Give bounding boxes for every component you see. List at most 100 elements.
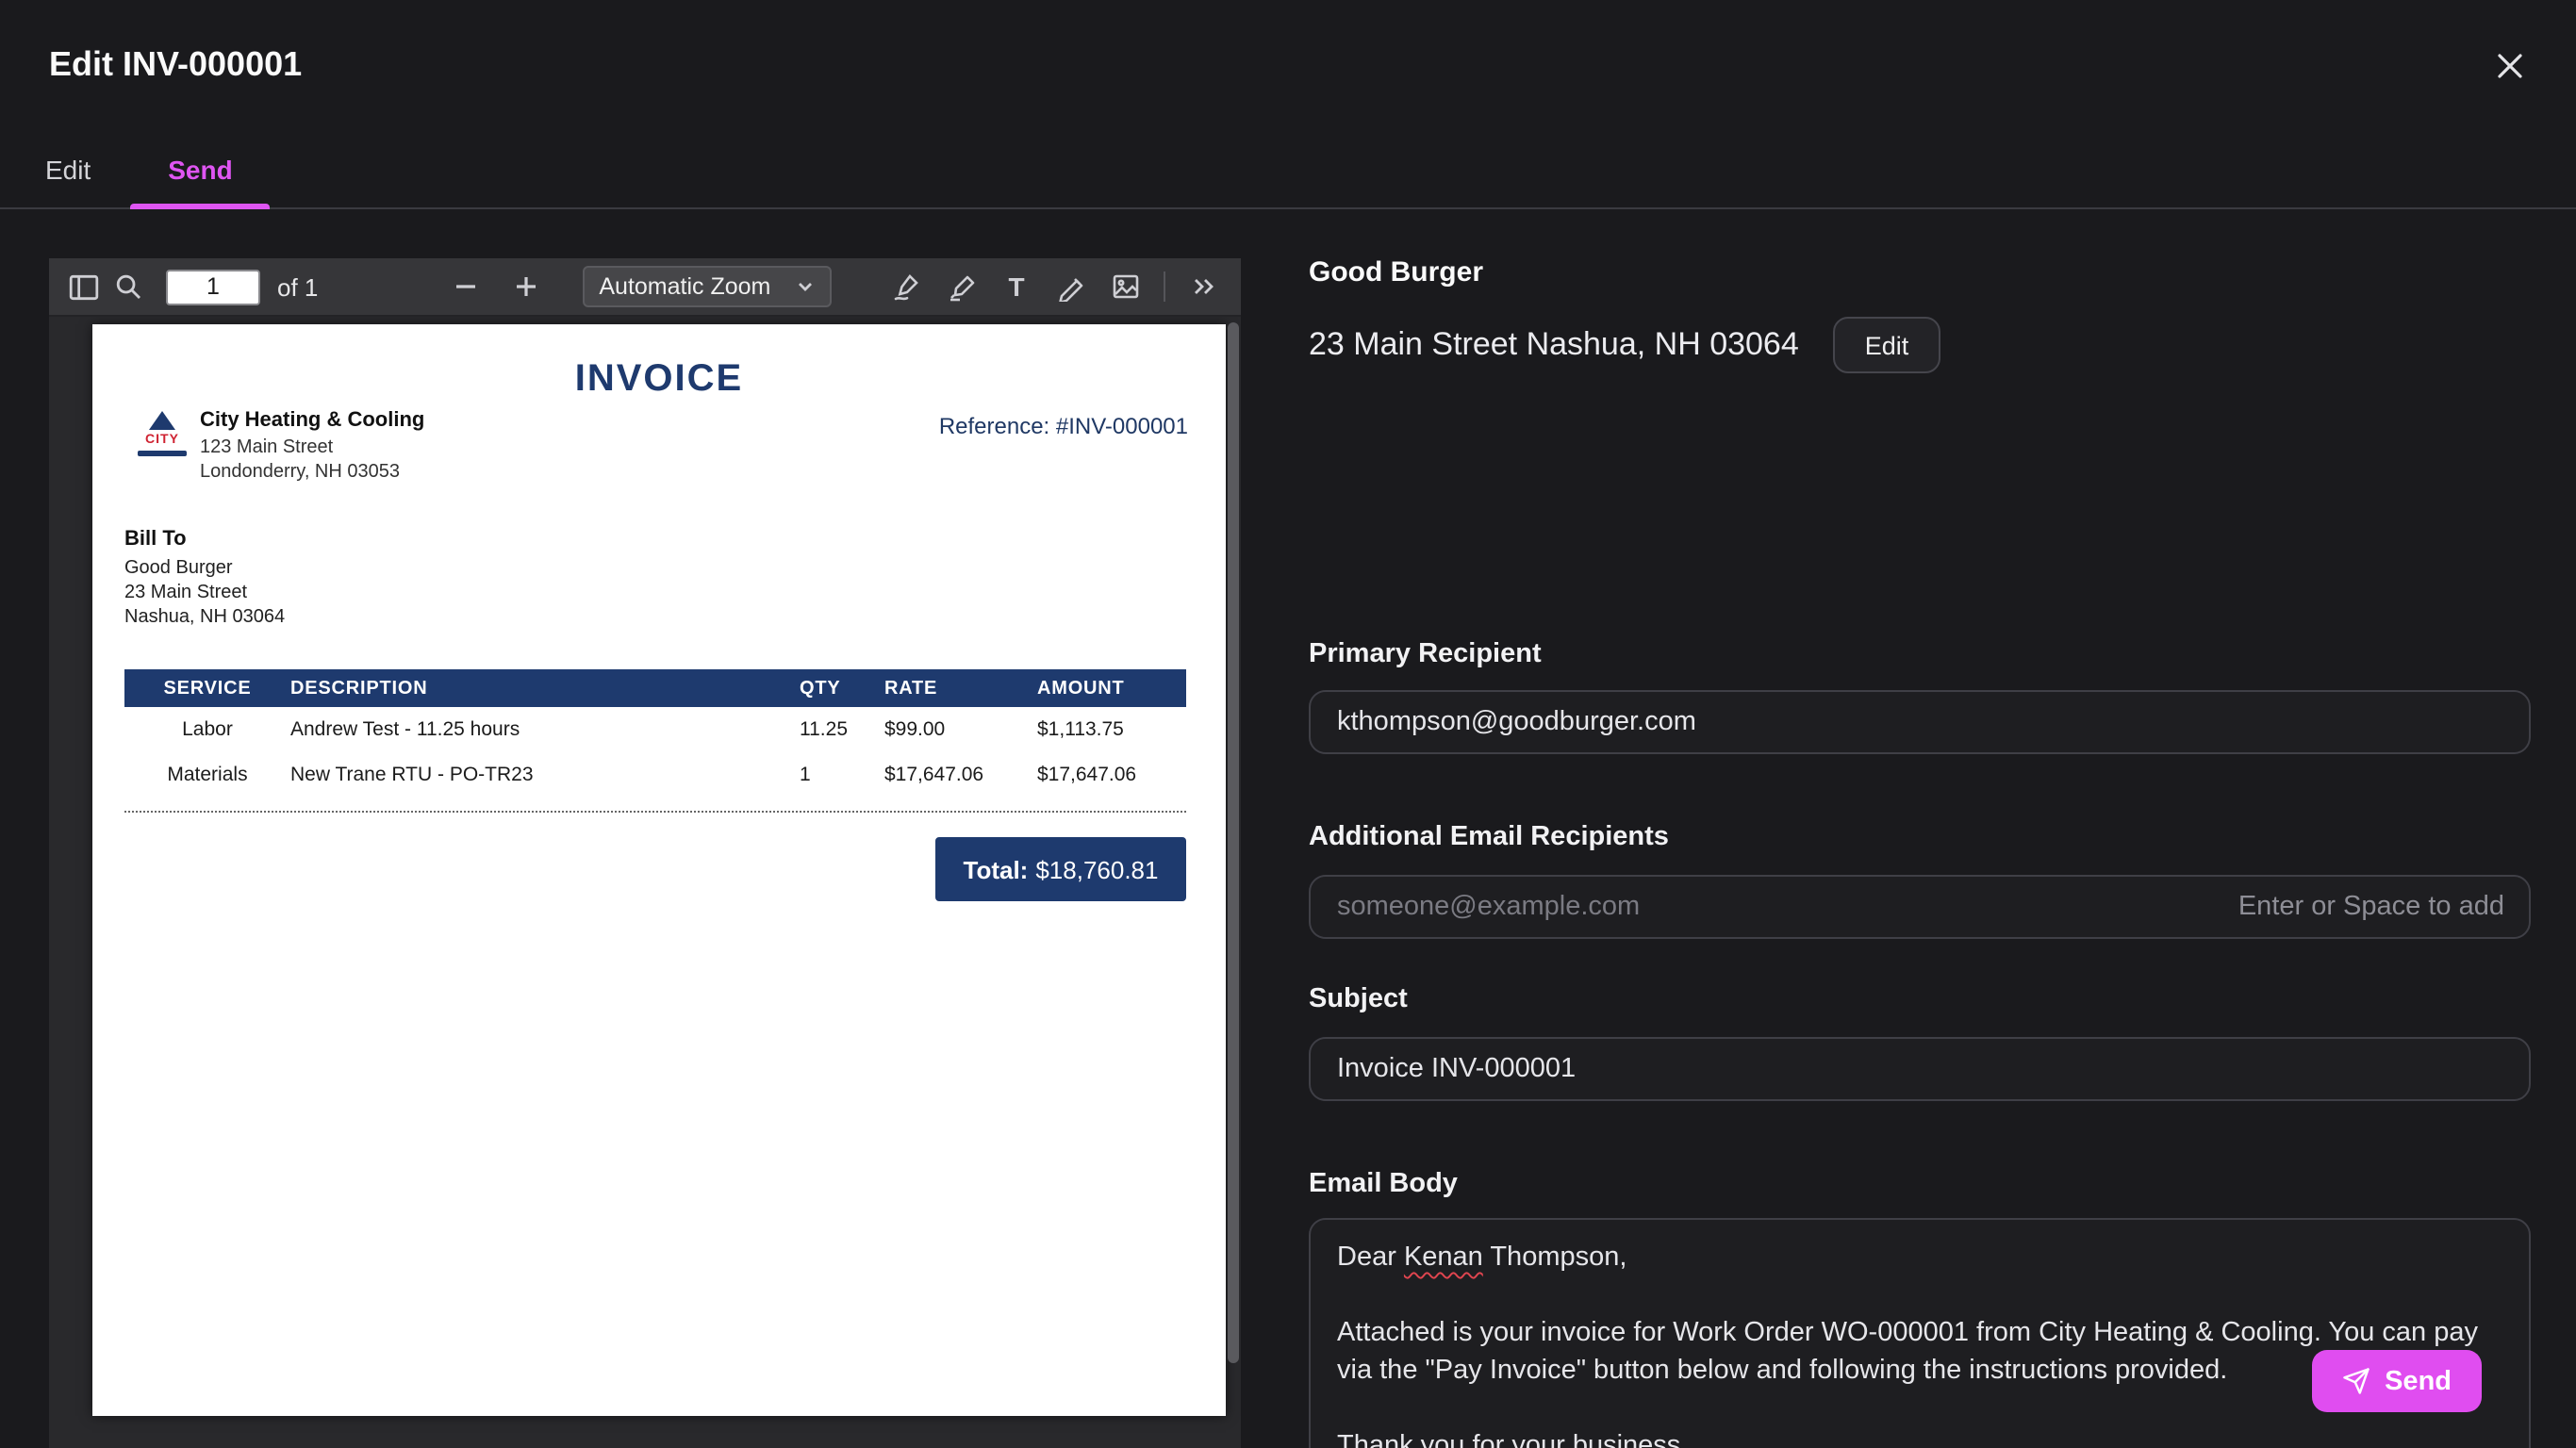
bill-to-name: Good Burger xyxy=(124,558,233,579)
cell-description: Andrew Test - 11.25 hours xyxy=(290,718,520,741)
cell-amount: $1,113.75 xyxy=(1037,718,1124,741)
modal-header: Edit INV-000001 xyxy=(0,0,2576,132)
invoice-bill-to-block: Bill To Good Burger 23 Main Street Nashu… xyxy=(124,528,285,630)
chevron-down-icon xyxy=(798,283,812,291)
search-button[interactable] xyxy=(106,264,151,309)
edit-invoice-modal: Edit INV-000001 Edit Send of 1 xyxy=(0,0,2576,1448)
pencil-icon xyxy=(1059,278,1083,302)
cell-description: New Trane RTU - PO-TR23 xyxy=(290,764,534,786)
dotted-divider xyxy=(124,811,1186,813)
cell-rate: $99.00 xyxy=(884,718,946,741)
tab-bar: Edit Send xyxy=(0,132,2576,209)
cell-service: Materials xyxy=(167,764,248,786)
image-tool-button[interactable] xyxy=(1103,264,1148,309)
recipient-address-row: 23 Main Street Nashua, NH 03064 Edit xyxy=(1309,317,1941,373)
logo-flame-shape xyxy=(149,411,175,430)
signature-tool-button[interactable] xyxy=(884,264,930,309)
col-description: DESCRIPTION xyxy=(290,669,800,707)
recipient-address: 23 Main Street Nashua, NH 03064 xyxy=(1309,326,1799,362)
page-count-label: of 1 xyxy=(277,272,319,301)
invoice-document-page: INVOICE CITY City Heating & Cooling 123 … xyxy=(92,324,1226,1416)
zoom-level-select[interactable]: Automatic Zoom xyxy=(582,266,832,307)
cell-service: Labor xyxy=(182,718,233,741)
bill-to-address2: Nashua, NH 03064 xyxy=(124,607,286,628)
send-button[interactable]: Send xyxy=(2311,1350,2482,1412)
toolbar-divider xyxy=(1164,272,1165,302)
highlighter-tool-button[interactable] xyxy=(939,264,984,309)
cell-qty: 1 xyxy=(800,764,811,786)
send-button-label: Send xyxy=(2385,1366,2452,1396)
logo-bar xyxy=(138,451,187,456)
misspelled-word: Kenan xyxy=(1403,1242,1483,1273)
annotation-toolbar: T xyxy=(884,264,1230,309)
additional-recipients-label: Additional Email Recipients xyxy=(1309,822,1669,852)
table-row: Materials New Trane RTU - PO-TR23 1 $17,… xyxy=(124,752,1186,798)
zoom-in-icon xyxy=(516,277,536,296)
free-text-tool-button[interactable]: T xyxy=(994,264,1039,309)
zoom-out-icon xyxy=(455,285,475,288)
invoice-title: INVOICE xyxy=(574,358,744,400)
tab-edit-label: Edit xyxy=(45,155,91,185)
invoice-company-block: City Heating & Cooling 123 Main Street L… xyxy=(200,409,424,485)
total-label: Total: xyxy=(963,855,1029,883)
table-header-row: SERVICE DESCRIPTION QTY RATE AMOUNT xyxy=(124,669,1186,707)
primary-recipient-label: Primary Recipient xyxy=(1309,639,1542,669)
close-button[interactable] xyxy=(2489,45,2531,87)
company-logo: CITY xyxy=(138,411,187,471)
col-service: SERVICE xyxy=(124,669,290,707)
col-rate: RATE xyxy=(884,669,1037,707)
page-number-input[interactable] xyxy=(166,269,260,304)
close-icon xyxy=(2498,54,2522,78)
highlighter-icon xyxy=(950,275,975,302)
primary-recipient-input[interactable] xyxy=(1309,690,2531,754)
additional-recipients-input[interactable] xyxy=(1309,875,2531,939)
free-text-icon: T xyxy=(1008,272,1025,302)
pdf-scrollbar[interactable] xyxy=(1228,322,1239,1442)
page-title: Edit INV-000001 xyxy=(49,45,303,83)
draw-tool-button[interactable] xyxy=(1049,264,1094,309)
recipient-business-name: Good Burger xyxy=(1309,256,1483,288)
tab-send[interactable]: Send xyxy=(130,132,272,209)
edit-address-button[interactable]: Edit xyxy=(1832,317,1941,373)
cell-amount: $17,647.06 xyxy=(1037,764,1137,786)
invoice-company-name: City Heating & Cooling xyxy=(200,409,425,432)
email-greeting: Dear Kenan Thompson, xyxy=(1337,1242,1627,1273)
zoom-level-value: Automatic Zoom xyxy=(599,273,771,300)
invoice-company-address1: 123 Main Street xyxy=(200,436,334,457)
additional-recipients-field: Enter or Space to add xyxy=(1309,875,2531,939)
double-chevron-icon xyxy=(1195,279,1214,294)
col-amount: AMOUNT xyxy=(1037,669,1186,707)
email-closing-line1: Thank you for your business, xyxy=(1337,1431,1689,1448)
pdf-canvas-area: INVOICE CITY City Heating & Cooling 123 … xyxy=(49,317,1241,1448)
more-tools-button[interactable] xyxy=(1181,264,1226,309)
email-body-textarea[interactable]: Dear Kenan Thompson, Attached is your in… xyxy=(1309,1218,2531,1448)
image-icon xyxy=(1113,274,1139,299)
invoice-reference: Reference: #INV-000001 xyxy=(938,413,1188,439)
pdf-toolbar: of 1 Automatic Zoom T xyxy=(49,258,1241,317)
paper-plane-icon xyxy=(2342,1368,2369,1394)
zoom-out-button[interactable] xyxy=(442,264,487,309)
subject-label: Subject xyxy=(1309,984,1408,1014)
sidebar-toggle-button[interactable] xyxy=(60,264,106,309)
send-invoice-panel: Good Burger 23 Main Street Nashua, NH 03… xyxy=(1309,226,2531,1448)
total-value: $18,760.81 xyxy=(1035,855,1159,883)
cell-qty: 11.25 xyxy=(800,718,848,741)
subject-input[interactable] xyxy=(1309,1037,2531,1101)
scrollbar-thumb[interactable] xyxy=(1228,322,1239,1364)
tab-send-label: Send xyxy=(168,155,233,185)
email-body-label: Email Body xyxy=(1309,1169,1458,1199)
sidebar-toggle-icon xyxy=(68,273,98,300)
table-row: Labor Andrew Test - 11.25 hours 11.25 $9… xyxy=(124,707,1186,752)
pdf-viewer: of 1 Automatic Zoom T xyxy=(49,258,1241,1448)
zoom-in-button[interactable] xyxy=(503,264,548,309)
logo-text: CITY xyxy=(145,434,179,447)
signature-icon xyxy=(894,274,918,301)
search-icon xyxy=(116,274,140,299)
cell-rate: $17,647.06 xyxy=(884,764,984,786)
tab-edit[interactable]: Edit xyxy=(41,132,94,207)
col-qty: QTY xyxy=(800,669,884,707)
invoice-total-badge: Total: $18,760.81 xyxy=(935,837,1186,901)
bill-to-address1: 23 Main Street xyxy=(124,583,248,603)
invoice-company-address2: Londonderry, NH 03053 xyxy=(200,462,400,483)
